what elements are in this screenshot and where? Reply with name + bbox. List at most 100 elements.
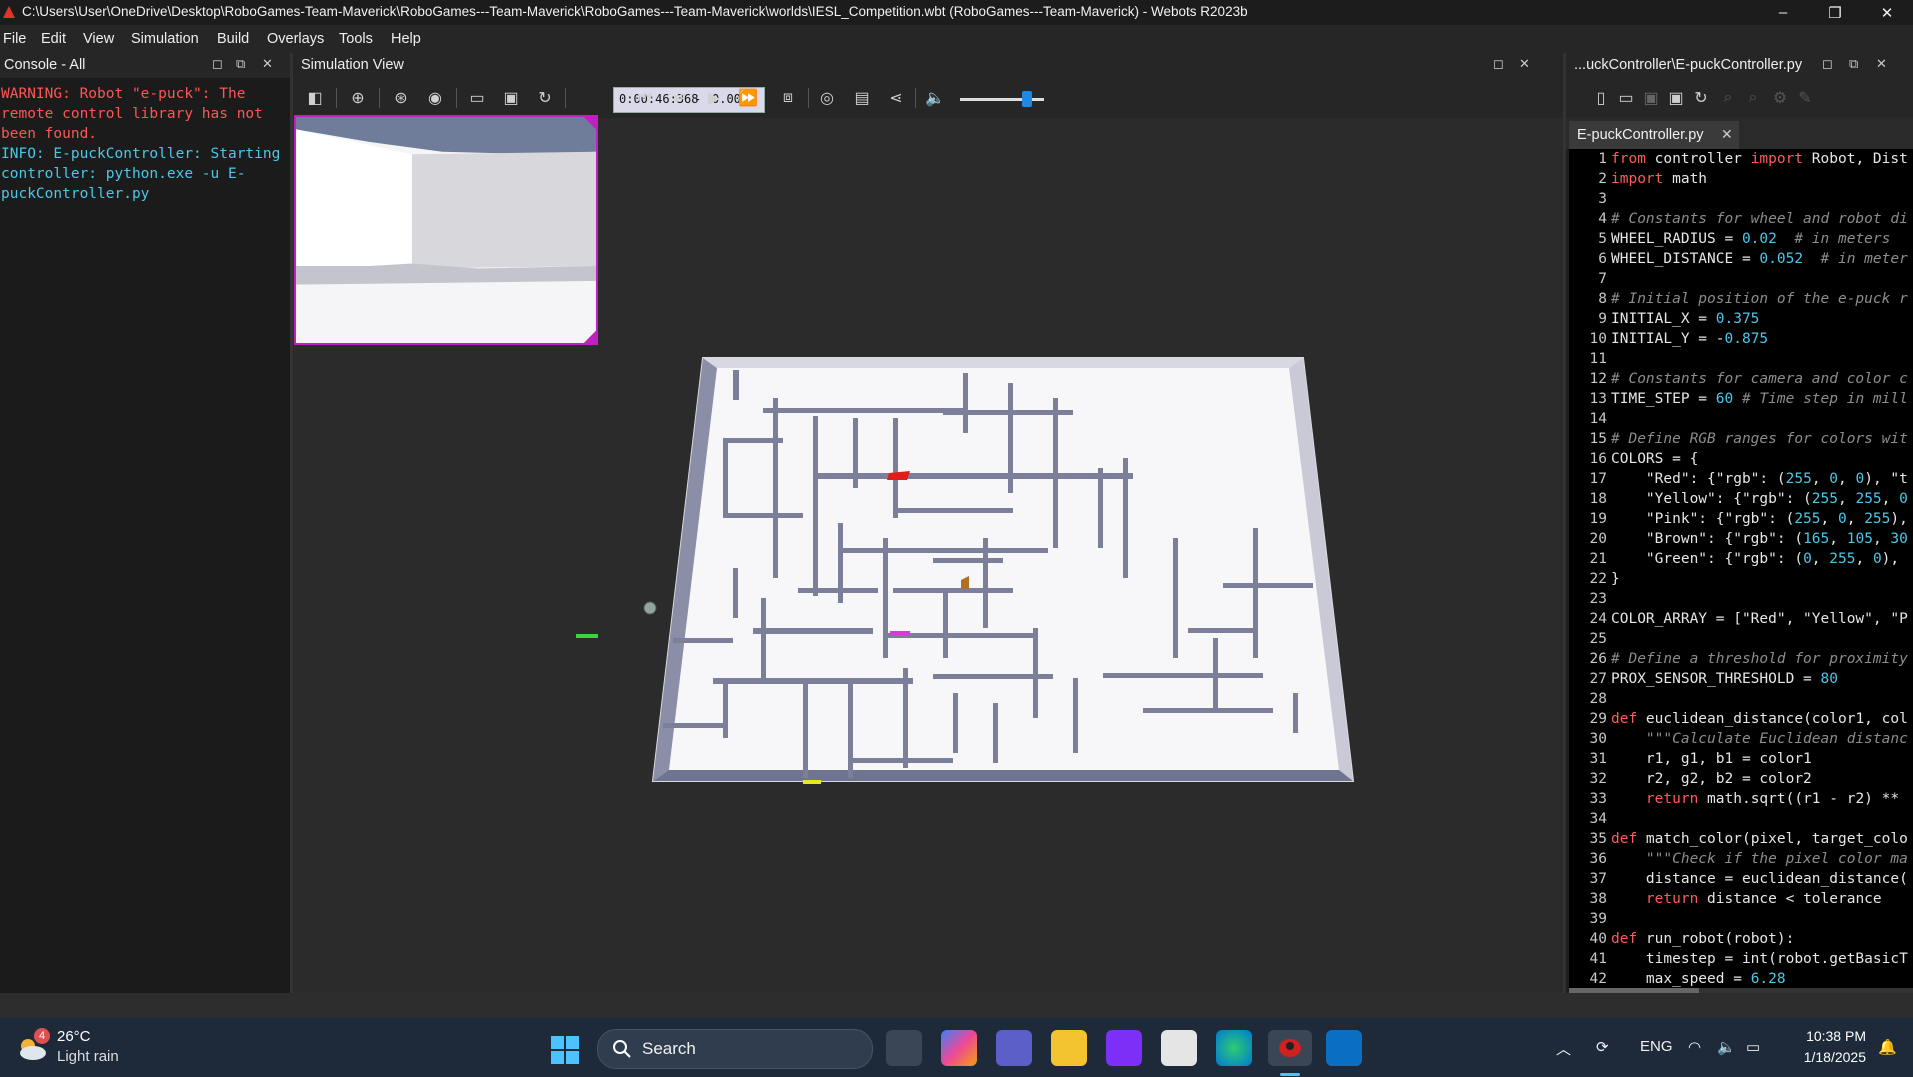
code-line[interactable]: 36 """Check if the pixel color ma — [1569, 849, 1908, 869]
tab-close-icon[interactable]: ✕ — [1721, 126, 1733, 143]
new-file-icon[interactable]: ▯ — [1589, 86, 1613, 110]
notification-bell-icon[interactable]: 🔔 — [1878, 1038, 1897, 1056]
code-line[interactable]: 20 "Brown": {"rgb": (165, 105, 30 — [1569, 529, 1908, 549]
follow-object-icon[interactable]: ⊛ — [389, 86, 413, 110]
step-icon[interactable]: ⏯ — [668, 86, 692, 110]
code-line[interactable]: 16 COLORS = { — [1569, 449, 1699, 469]
close-button[interactable]: ✕ — [1861, 0, 1913, 25]
save-file-icon[interactable]: ▣ — [1639, 86, 1663, 110]
clean-icon[interactable]: ✎ — [1793, 86, 1817, 110]
taskbar-search[interactable]: Search — [597, 1029, 873, 1069]
code-line[interactable]: 17 "Red": {"rgb": (255, 0, 0), "t — [1569, 469, 1908, 489]
microsoft-store-icon[interactable] — [1161, 1030, 1197, 1066]
code-line[interactable]: 37 distance = euclidean_distance( — [1569, 869, 1908, 889]
record-movie-icon[interactable]: ▤ — [850, 86, 874, 110]
app-icon[interactable] — [1106, 1030, 1142, 1066]
code-line[interactable]: 25 — [1569, 629, 1611, 649]
code-line[interactable]: 10 INITIAL_Y = -0.875 — [1569, 329, 1769, 349]
code-line[interactable]: 35 def match_color(pixel, target_colo — [1569, 829, 1908, 849]
reload-world-icon[interactable]: ↻ — [533, 86, 557, 110]
restore-button[interactable]: ❐ — [1809, 0, 1861, 25]
menu-edit[interactable]: Edit — [41, 31, 66, 47]
code-line[interactable]: 30 """Calculate Euclidean distanc — [1569, 729, 1908, 749]
windows-start-icon[interactable] — [551, 1036, 579, 1064]
code-line[interactable]: 32 r2, g2, b2 = color2 — [1569, 769, 1812, 789]
editor-maximize-icon[interactable]: ⧉ — [1849, 56, 1858, 72]
code-line[interactable]: 4 # Constants for wheel and robot di — [1569, 209, 1908, 229]
console-close-icon[interactable]: ✕ — [262, 56, 273, 72]
code-line[interactable]: 8 # Initial position of the e-puck r — [1569, 289, 1908, 309]
menu-overlays[interactable]: Overlays — [267, 31, 324, 47]
code-line[interactable]: 21 "Green": {"rgb": (0, 255, 0), — [1569, 549, 1900, 569]
edge-icon[interactable] — [1216, 1030, 1252, 1066]
wifi-icon[interactable]: ◠ — [1688, 1038, 1701, 1056]
play-icon[interactable]: ▶ — [702, 86, 726, 110]
build-icon[interactable]: ⚙ — [1768, 86, 1792, 110]
menu-tools[interactable]: Tools — [339, 31, 373, 47]
vscode-icon[interactable] — [1326, 1030, 1362, 1066]
code-line[interactable]: 22} — [1569, 569, 1620, 589]
teams-icon[interactable] — [996, 1030, 1032, 1066]
fast-forward-icon[interactable]: ⏩ — [736, 86, 760, 110]
save-as-icon[interactable]: ▣ — [1664, 86, 1688, 110]
code-line[interactable]: 3 — [1569, 189, 1611, 209]
code-line[interactable]: 6 WHEEL_DISTANCE = 0.052 # in meter — [1569, 249, 1908, 269]
volume-icon[interactable]: 🔈 — [923, 86, 947, 110]
code-area[interactable]: 1 from controller import Robot, Dist 2 impo… — [1569, 149, 1913, 988]
code-line[interactable]: 13 TIME_STEP = 60 # Time step in mill — [1569, 389, 1908, 409]
console-float-icon[interactable]: ◻ — [212, 56, 223, 72]
code-line[interactable]: 14 — [1569, 409, 1611, 429]
code-line[interactable]: 19 "Pink": {"rgb": (255, 0, 255), — [1569, 509, 1908, 529]
code-line[interactable]: 5 WHEEL_RADIUS = 0.02 # in meters — [1569, 229, 1890, 249]
code-line[interactable]: 23 — [1569, 589, 1611, 609]
show-hidden-icons-chevron-icon[interactable]: ︿ — [1556, 1038, 1571, 1059]
open-file-icon[interactable]: ▭ — [1614, 86, 1638, 110]
code-line[interactable]: 34 — [1569, 809, 1611, 829]
find-icon[interactable]: ⌕ — [1716, 86, 1740, 110]
editor-float-icon[interactable]: ◻ — [1822, 56, 1833, 72]
code-line[interactable]: 38 return distance < tolerance — [1569, 889, 1882, 909]
menu-file[interactable]: File — [3, 31, 26, 47]
code-line[interactable]: 24 COLOR_ARRAY = ["Red", "Yellow", "P — [1569, 609, 1908, 629]
speaker-icon[interactable]: 🔈 — [1717, 1038, 1736, 1056]
code-line[interactable]: 31 r1, g1, b1 = color1 — [1569, 749, 1812, 769]
code-line[interactable]: 40 def run_robot(robot): — [1569, 929, 1795, 949]
copilot-icon[interactable] — [941, 1030, 977, 1066]
menu-view[interactable]: View — [83, 31, 114, 47]
code-line[interactable]: 26 # Define a threshold for proximity — [1569, 649, 1908, 669]
rendering-icon[interactable]: ⧈ — [776, 86, 800, 110]
code-line[interactable]: 11 — [1569, 349, 1611, 369]
menu-help[interactable]: Help — [391, 31, 421, 47]
weather-widget[interactable]: 4 — [16, 1028, 50, 1062]
editor-tab[interactable]: E-puckController.py ✕ — [1569, 121, 1739, 149]
revert-file-icon[interactable]: ↻ — [1689, 86, 1713, 110]
open-world-icon[interactable]: ▭ — [465, 86, 489, 110]
clock-time[interactable]: 10:38 PM — [1794, 1028, 1866, 1044]
sim-close-icon[interactable]: ✕ — [1519, 56, 1530, 72]
code-line[interactable]: 12 # Constants for camera and color c — [1569, 369, 1908, 389]
webots-taskbar-icon[interactable] — [1268, 1030, 1312, 1066]
replace-icon[interactable]: ⌕ — [1741, 86, 1765, 110]
code-line[interactable]: 27 PROX_SENSOR_THRESHOLD = 80 — [1569, 669, 1838, 689]
menu-build[interactable]: Build — [217, 31, 249, 47]
code-line[interactable]: 28 — [1569, 689, 1611, 709]
code-line[interactable]: 18 "Yellow": {"rgb": (255, 255, 0 — [1569, 489, 1908, 509]
code-line[interactable]: 1 from controller import Robot, Dist — [1569, 149, 1908, 169]
editor-close-icon[interactable]: ✕ — [1876, 56, 1887, 72]
code-line[interactable]: 9 INITIAL_X = 0.375 — [1569, 309, 1759, 329]
battery-icon[interactable]: ▭ — [1746, 1038, 1760, 1056]
code-line[interactable]: 42 max_speed = 6.28 — [1569, 969, 1786, 988]
language-indicator[interactable]: ENG — [1640, 1038, 1673, 1055]
code-line[interactable]: 33 return math.sqrt((r1 - r2) ** — [1569, 789, 1908, 809]
clock-date[interactable]: 1/18/2025 — [1794, 1049, 1866, 1065]
menu-simulation[interactable]: Simulation — [131, 31, 199, 47]
add-node-icon[interactable]: ⊕ — [346, 86, 370, 110]
file-explorer-icon[interactable] — [1051, 1030, 1087, 1066]
minimize-button[interactable]: – — [1757, 0, 1809, 25]
save-world-icon[interactable]: ▣ — [499, 86, 523, 110]
camera-overlay[interactable] — [294, 115, 598, 345]
code-line[interactable]: 15 # Define RGB ranges for colors wit — [1569, 429, 1908, 449]
screenshot-icon[interactable]: ◎ — [815, 86, 839, 110]
code-line[interactable]: 29 def euclidean_distance(color1, col — [1569, 709, 1908, 729]
share-icon[interactable]: ⋖ — [884, 86, 908, 110]
